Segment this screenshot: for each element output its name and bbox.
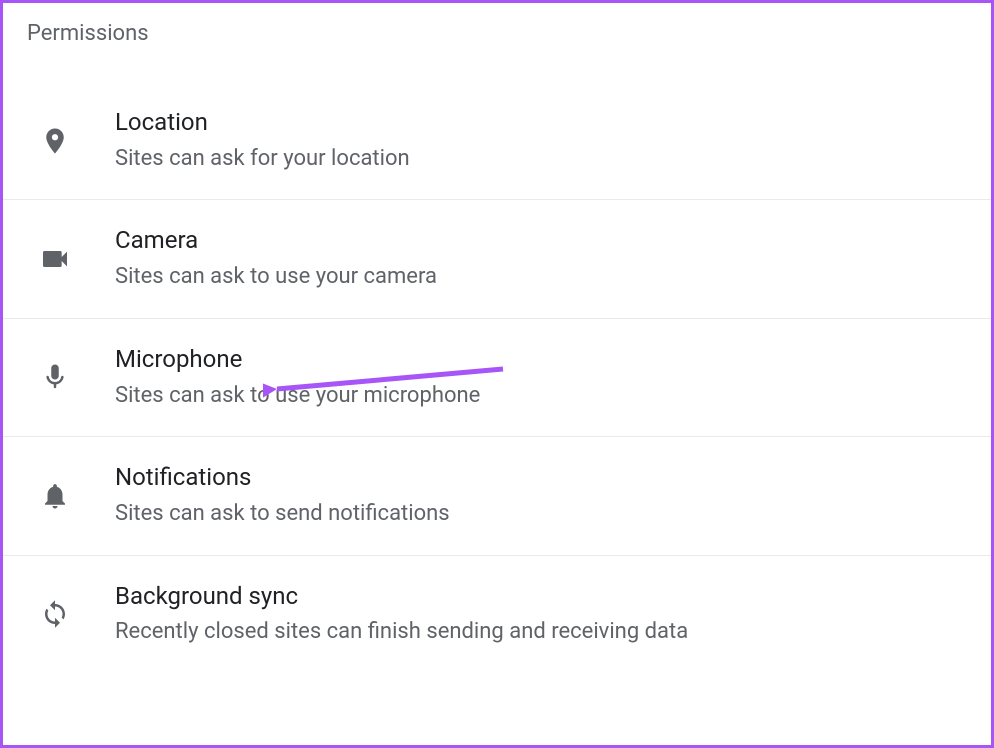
item-title: Background sync	[115, 582, 688, 611]
sync-icon	[37, 596, 73, 632]
microphone-icon	[37, 359, 73, 395]
permission-item-location[interactable]: Location Sites can ask for your location	[3, 82, 991, 200]
permission-item-microphone[interactable]: Microphone Sites can ask to use your mic…	[3, 319, 991, 437]
item-title: Notifications	[115, 463, 450, 492]
item-title: Location	[115, 108, 410, 137]
text-group: Camera Sites can ask to use your camera	[115, 226, 437, 291]
text-group: Background sync Recently closed sites ca…	[115, 582, 688, 647]
permission-item-notifications[interactable]: Notifications Sites can ask to send noti…	[3, 437, 991, 555]
camera-icon	[37, 241, 73, 277]
notifications-icon	[37, 478, 73, 514]
permissions-panel: Permissions Location Sites can ask for y…	[0, 0, 994, 748]
item-subtitle: Sites can ask to use your microphone	[115, 382, 480, 411]
permission-item-camera[interactable]: Camera Sites can ask to use your camera	[3, 200, 991, 318]
item-title: Microphone	[115, 345, 480, 374]
item-subtitle: Sites can ask to send notifications	[115, 500, 450, 529]
text-group: Location Sites can ask for your location	[115, 108, 410, 173]
item-subtitle: Recently closed sites can finish sending…	[115, 618, 688, 647]
text-group: Notifications Sites can ask to send noti…	[115, 463, 450, 528]
item-subtitle: Sites can ask for your location	[115, 145, 410, 174]
item-subtitle: Sites can ask to use your camera	[115, 263, 437, 292]
section-title: Permissions	[3, 3, 991, 60]
location-icon	[37, 123, 73, 159]
permissions-list: Location Sites can ask for your location…	[3, 60, 991, 673]
text-group: Microphone Sites can ask to use your mic…	[115, 345, 480, 410]
item-title: Camera	[115, 226, 437, 255]
permission-item-background-sync[interactable]: Background sync Recently closed sites ca…	[3, 556, 991, 673]
